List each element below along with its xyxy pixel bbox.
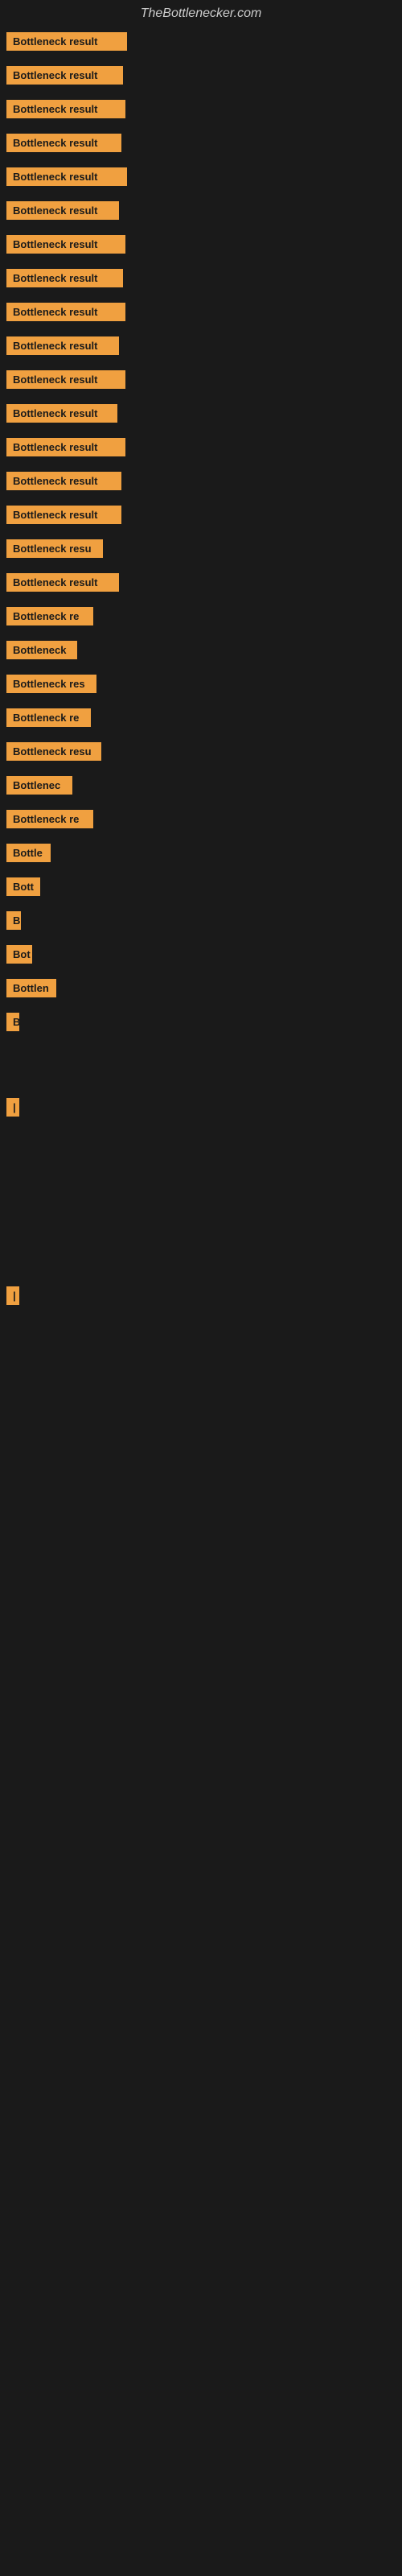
bar-row: Bottleneck result	[0, 196, 402, 229]
bottleneck-result-bar: Bottleneck res	[6, 675, 96, 693]
bar-row: Bottleneck res	[0, 670, 402, 702]
bar-row: |	[0, 1282, 402, 1314]
bottleneck-result-bar: Bottleneck result	[6, 506, 121, 524]
bar-row: Bottleneck result	[0, 264, 402, 296]
bar-row: Bottleneck re	[0, 602, 402, 634]
bar-row	[0, 1153, 402, 1177]
bottleneck-result-bar: Bottleneck re	[6, 607, 93, 625]
bar-row	[0, 1127, 402, 1151]
site-title: TheBottlenecker.com	[0, 0, 402, 27]
bottleneck-result-bar: Bottleneck result	[6, 66, 123, 85]
bar-row: Bottleneck resu	[0, 535, 402, 567]
bar-row: Bottleneck result	[0, 27, 402, 60]
bottleneck-result-bar: Bottle	[6, 844, 51, 862]
bar-row: Bottlenec	[0, 771, 402, 803]
bar-row: Bottleneck result	[0, 433, 402, 465]
bar-row: Bottleneck result	[0, 230, 402, 262]
bar-row: Bottleneck result	[0, 568, 402, 601]
bottleneck-result-bar: Bottleneck result	[6, 336, 119, 355]
bar-row	[0, 1256, 402, 1280]
bottleneck-result-bar: Bottlenec	[6, 776, 72, 795]
bottleneck-result-bar: Bottleneck result	[6, 201, 119, 220]
bar-row: Bottleneck result	[0, 129, 402, 161]
bottleneck-result-bar: Bottleneck result	[6, 404, 117, 423]
bar-row: Bottleneck	[0, 636, 402, 668]
bottleneck-result-bar: Bottleneck result	[6, 269, 123, 287]
bottleneck-result-bar: Bottleneck resu	[6, 539, 103, 558]
bars-container: Bottleneck result Bottleneck result Bottle…	[0, 27, 402, 1314]
bottleneck-result-bar: Bottleneck result	[6, 167, 127, 186]
bar-row: Bottleneck result	[0, 61, 402, 93]
bottleneck-result-bar: |	[6, 1098, 19, 1117]
bar-row	[0, 1042, 402, 1066]
bottleneck-result-bar: Bottlen	[6, 979, 56, 997]
bar-row: Bottleneck result	[0, 365, 402, 398]
bottleneck-result-bar: Bottleneck result	[6, 100, 125, 118]
bar-row	[0, 1067, 402, 1092]
bar-row: Bott	[0, 873, 402, 905]
bottleneck-result-bar: Bottleneck resu	[6, 742, 101, 761]
bar-row: Bottleneck result	[0, 399, 402, 431]
bar-row: Bottlen	[0, 974, 402, 1006]
bar-row	[0, 1179, 402, 1203]
bar-row: Bottleneck resu	[0, 737, 402, 770]
bottleneck-result-bar: Bot	[6, 945, 32, 964]
bottleneck-result-bar: Bottleneck result	[6, 32, 127, 51]
bar-row: Bot	[0, 940, 402, 972]
bar-row: B	[0, 1008, 402, 1040]
bottleneck-result-bar: Bottleneck result	[6, 573, 119, 592]
site-title-container: TheBottlenecker.com	[0, 0, 402, 27]
bottleneck-result-bar: |	[6, 1286, 19, 1305]
bar-row: Bottleneck result	[0, 467, 402, 499]
bar-row: Bottleneck result	[0, 298, 402, 330]
bottleneck-result-bar: Bottleneck result	[6, 235, 125, 254]
bar-row: Bottleneck result	[0, 501, 402, 533]
bar-row: Bottleneck re	[0, 805, 402, 837]
bottleneck-result-bar: Bottleneck result	[6, 472, 121, 490]
bottleneck-result-bar: Bottleneck re	[6, 708, 91, 727]
bar-row: |	[0, 1093, 402, 1125]
bottleneck-result-bar: Bott	[6, 877, 40, 896]
bar-row: B	[0, 906, 402, 939]
bottleneck-result-bar: Bottleneck result	[6, 438, 125, 456]
bottleneck-result-bar: B	[6, 911, 21, 930]
bar-row: Bottleneck result	[0, 163, 402, 195]
bottleneck-result-bar: Bottleneck result	[6, 134, 121, 152]
bar-row: Bottle	[0, 839, 402, 871]
bottleneck-result-bar: Bottleneck result	[6, 303, 125, 321]
bar-row: Bottleneck re	[0, 704, 402, 736]
bottleneck-result-bar: B	[6, 1013, 19, 1031]
bar-row: Bottleneck result	[0, 95, 402, 127]
bottleneck-result-bar: Bottleneck result	[6, 370, 125, 389]
bar-row: Bottleneck result	[0, 332, 402, 364]
bottleneck-result-bar: Bottleneck re	[6, 810, 93, 828]
bar-row	[0, 1204, 402, 1228]
bar-row	[0, 1230, 402, 1254]
bottleneck-result-bar: Bottleneck	[6, 641, 77, 659]
